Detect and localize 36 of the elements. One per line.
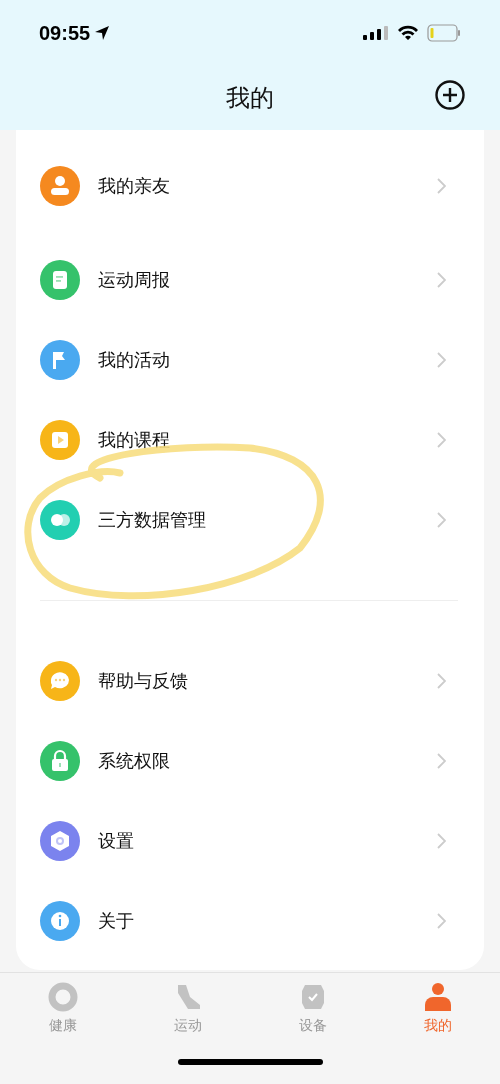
signal-icon bbox=[363, 25, 389, 41]
menu-item-label: 设置 bbox=[98, 829, 135, 853]
chevron-right-icon bbox=[437, 352, 446, 368]
menu-item-label: 帮助与反馈 bbox=[98, 669, 189, 693]
menu-item-label: 系统权限 bbox=[98, 749, 171, 773]
status-time: 09:55 bbox=[39, 21, 91, 46]
menu-item[interactable]: 我的亲友 bbox=[16, 146, 484, 226]
menu-item[interactable]: 我的活动 bbox=[16, 320, 484, 400]
chevron-right-icon bbox=[437, 272, 446, 288]
wifi-icon bbox=[397, 25, 419, 41]
location-arrow-icon bbox=[94, 25, 111, 41]
add-button[interactable] bbox=[434, 79, 466, 111]
menu-item-label: 运动周报 bbox=[98, 268, 171, 292]
menu-item[interactable]: 系统权限 bbox=[16, 721, 484, 801]
menu-item[interactable]: 运动周报 bbox=[16, 240, 484, 320]
page-title: 我的 bbox=[226, 83, 274, 113]
chevron-right-icon bbox=[437, 833, 446, 849]
battery-icon bbox=[427, 24, 461, 42]
chevron-right-icon bbox=[437, 913, 446, 929]
plus-circle-icon bbox=[434, 79, 466, 111]
menu-item-label: 关于 bbox=[98, 909, 135, 933]
menu-item[interactable]: 我的课程 bbox=[16, 400, 484, 480]
menu-item-label: 三方数据管理 bbox=[98, 508, 207, 532]
menu-item-label: 我的活动 bbox=[98, 348, 171, 372]
chevron-right-icon bbox=[437, 673, 446, 689]
chevron-right-icon bbox=[437, 512, 446, 528]
chevron-right-icon bbox=[437, 432, 446, 448]
menu-item[interactable]: 帮助与反馈 bbox=[16, 641, 484, 721]
menu-item[interactable]: 三方数据管理 bbox=[16, 480, 484, 560]
menu-item[interactable]: 关于 bbox=[16, 881, 484, 961]
chevron-right-icon bbox=[437, 178, 446, 194]
chevron-right-icon bbox=[437, 753, 446, 769]
menu-item-label: 我的亲友 bbox=[98, 174, 171, 198]
menu-item[interactable]: 设置 bbox=[16, 801, 484, 881]
menu-item-label: 我的课程 bbox=[98, 428, 171, 452]
ring-icon bbox=[46, 981, 79, 1013]
